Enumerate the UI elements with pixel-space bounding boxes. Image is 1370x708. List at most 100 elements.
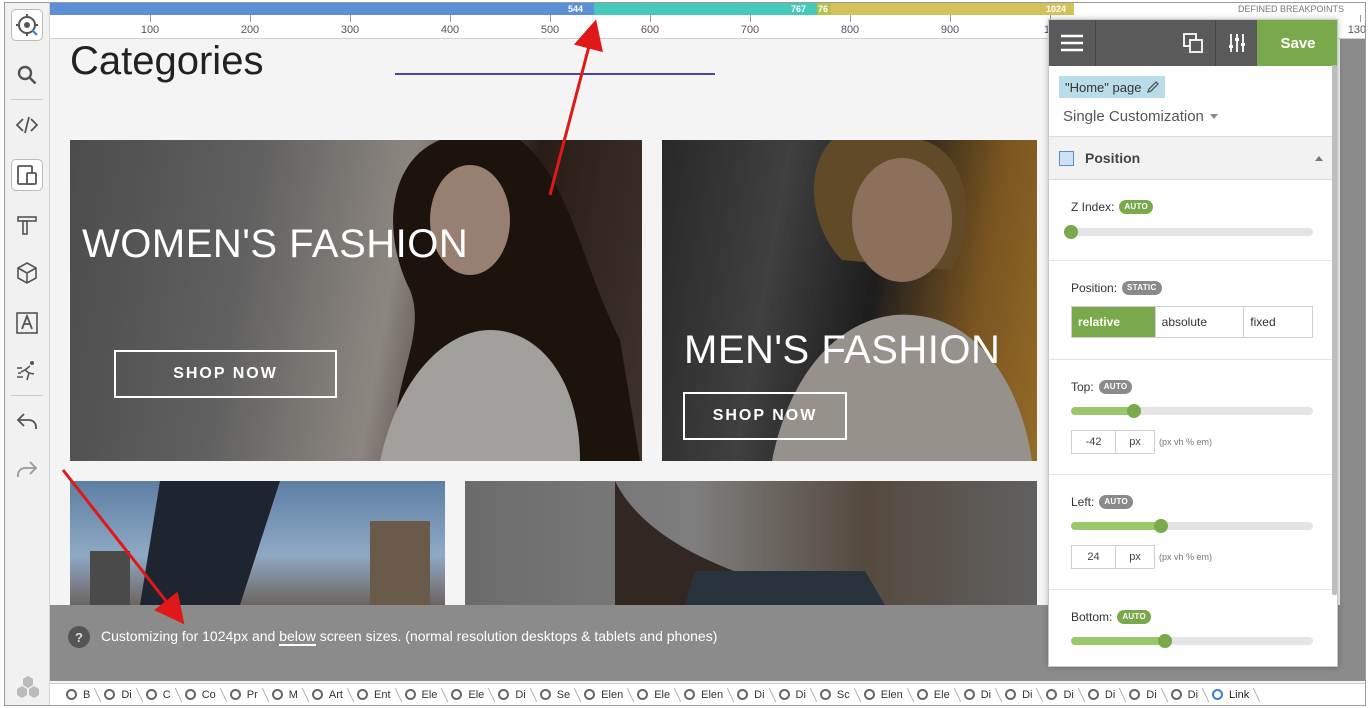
breadcrumb-item[interactable]: Di xyxy=(958,684,999,705)
breadcrumb-item[interactable]: Di xyxy=(773,684,814,705)
panel-scrollbar[interactable] xyxy=(1332,65,1337,595)
save-button[interactable]: Save xyxy=(1257,20,1337,66)
breadcrumb-item[interactable]: Ele xyxy=(445,684,492,705)
position-option-relative[interactable]: relative xyxy=(1072,307,1156,337)
top-property: Top: AUTO px (px vh % em) xyxy=(1049,360,1337,475)
breadcrumb-item[interactable]: Se xyxy=(534,684,578,705)
bottom-slider[interactable] xyxy=(1071,634,1313,648)
top-value-input[interactable]: px xyxy=(1071,430,1155,454)
chevron-down-icon xyxy=(1209,114,1218,119)
customization-select[interactable]: Single Customization xyxy=(1063,108,1218,125)
breadcrumb-item[interactable]: Di xyxy=(1165,684,1206,705)
breadcrumb-label: Link xyxy=(1229,688,1250,701)
sliders-settings-icon[interactable] xyxy=(1217,20,1257,66)
position-option-absolute[interactable]: absolute xyxy=(1156,307,1245,337)
slider-knob[interactable] xyxy=(1064,225,1078,239)
breadcrumb-item[interactable]: Di xyxy=(1040,684,1081,705)
duplicate-window-icon[interactable] xyxy=(1173,20,1213,66)
breadcrumb-item[interactable]: Co xyxy=(179,684,224,705)
breadcrumb-item[interactable]: Di xyxy=(1082,684,1123,705)
auto-badge[interactable]: AUTO xyxy=(1098,380,1133,394)
breadcrumb-item[interactable]: Di xyxy=(1123,684,1164,705)
breakpoint-bar-1024[interactable] xyxy=(831,3,1074,15)
gear-icon xyxy=(916,689,928,700)
auto-badge[interactable]: AUTO xyxy=(1117,610,1152,624)
gear-icon xyxy=(184,689,196,700)
breadcrumb-item[interactable]: Pr xyxy=(224,684,266,705)
unit-label[interactable]: px xyxy=(1116,431,1154,453)
auto-badge[interactable]: AUTO xyxy=(1119,200,1154,214)
pencil-edit-icon[interactable] xyxy=(1147,81,1160,93)
breadcrumb-item[interactable]: Ele xyxy=(399,684,446,705)
auto-badge[interactable]: AUTO xyxy=(1099,495,1134,509)
breadcrumb-item[interactable]: Di xyxy=(492,684,533,705)
top-number-field[interactable] xyxy=(1072,431,1116,453)
breadcrumb-item[interactable]: M xyxy=(266,684,306,705)
breadcrumb-item[interactable]: Elen xyxy=(578,684,631,705)
breadcrumb-item[interactable]: Sc xyxy=(814,684,858,705)
left-slider[interactable] xyxy=(1071,519,1313,533)
position-section-header[interactable]: Position xyxy=(1049,136,1337,180)
ruler-tick xyxy=(450,15,451,22)
typography-icon[interactable] xyxy=(9,305,45,341)
responsive-devices-icon[interactable] xyxy=(11,159,43,191)
collapse-caret-icon[interactable] xyxy=(1315,156,1323,161)
ruler-number: 800 xyxy=(840,24,860,36)
lower-card-right[interactable] xyxy=(465,481,1037,605)
breadcrumb-item[interactable]: Di xyxy=(999,684,1040,705)
top-slider[interactable] xyxy=(1071,404,1313,418)
ruler-number: 1300 xyxy=(1347,24,1366,36)
ruler-tick xyxy=(250,15,251,22)
left-value-input[interactable]: px xyxy=(1071,545,1155,569)
search-icon[interactable] xyxy=(9,57,45,93)
womens-fashion-card[interactable]: WOMEN'S FASHION SHOP NOW xyxy=(70,140,642,461)
shop-now-button[interactable]: SHOP NOW xyxy=(683,392,847,440)
breadcrumb-item[interactable]: Ele xyxy=(631,684,678,705)
code-icon[interactable] xyxy=(9,107,45,143)
ruler-icon[interactable] xyxy=(9,207,45,243)
redo-icon[interactable] xyxy=(9,451,45,487)
below-link[interactable]: below xyxy=(279,628,316,646)
breadcrumb-item[interactable]: Ent xyxy=(351,684,399,705)
ruler-number: 500 xyxy=(540,24,560,36)
hamburger-menu-icon[interactable] xyxy=(1049,20,1095,66)
breadcrumb-item[interactable]: C xyxy=(140,684,179,705)
unit-label[interactable]: px xyxy=(1116,546,1154,568)
cube-icon[interactable] xyxy=(9,255,45,291)
slider-knob[interactable] xyxy=(1126,404,1141,418)
breadcrumb-item[interactable]: Ele xyxy=(911,684,958,705)
breadcrumb-label: Di xyxy=(980,688,992,701)
breadcrumb-item[interactable]: Di xyxy=(731,684,772,705)
left-property: Left: AUTO px (px vh % em) xyxy=(1049,475,1337,590)
bottom-label: Bottom: xyxy=(1071,610,1113,624)
breadcrumb-item[interactable]: Elen xyxy=(678,684,731,705)
breakpoint-bar-767[interactable] xyxy=(594,3,817,15)
undo-icon[interactable] xyxy=(9,403,45,439)
breadcrumb-label: Ele xyxy=(654,688,671,701)
slider-knob[interactable] xyxy=(1158,634,1173,648)
ruler-tick xyxy=(150,15,151,22)
shop-now-button[interactable]: SHOP NOW xyxy=(114,350,337,398)
gear-icon xyxy=(66,689,77,700)
position-property: Position: STATIC relative absolute fixed xyxy=(1049,261,1337,360)
static-badge[interactable]: STATIC xyxy=(1122,281,1162,295)
breadcrumb-item[interactable]: Di xyxy=(98,684,139,705)
left-label: Left: xyxy=(1071,495,1095,509)
left-number-field[interactable] xyxy=(1072,546,1116,568)
breadcrumb-item[interactable]: Link xyxy=(1206,684,1257,705)
page-chip[interactable]: "Home" page xyxy=(1059,76,1166,98)
slider-knob[interactable] xyxy=(1153,519,1168,533)
position-option-fixed[interactable]: fixed xyxy=(1244,307,1312,337)
breadcrumb-item[interactable]: Elen xyxy=(858,684,911,705)
animation-icon[interactable] xyxy=(9,353,45,389)
breadcrumb-item[interactable]: B xyxy=(60,684,98,705)
help-icon[interactable]: ? xyxy=(68,626,90,648)
breadcrumb-label: Di xyxy=(1187,688,1199,701)
mens-fashion-card[interactable]: MEN'S FASHION SHOP NOW xyxy=(662,140,1037,461)
breadcrumb-item[interactable]: Art xyxy=(306,684,351,705)
breakpoint-bar-544[interactable] xyxy=(50,3,594,15)
gear-icon xyxy=(1005,689,1017,700)
z-index-slider[interactable] xyxy=(1064,225,1313,239)
settings-target-icon[interactable] xyxy=(11,9,43,41)
lower-card-left[interactable] xyxy=(70,481,445,605)
